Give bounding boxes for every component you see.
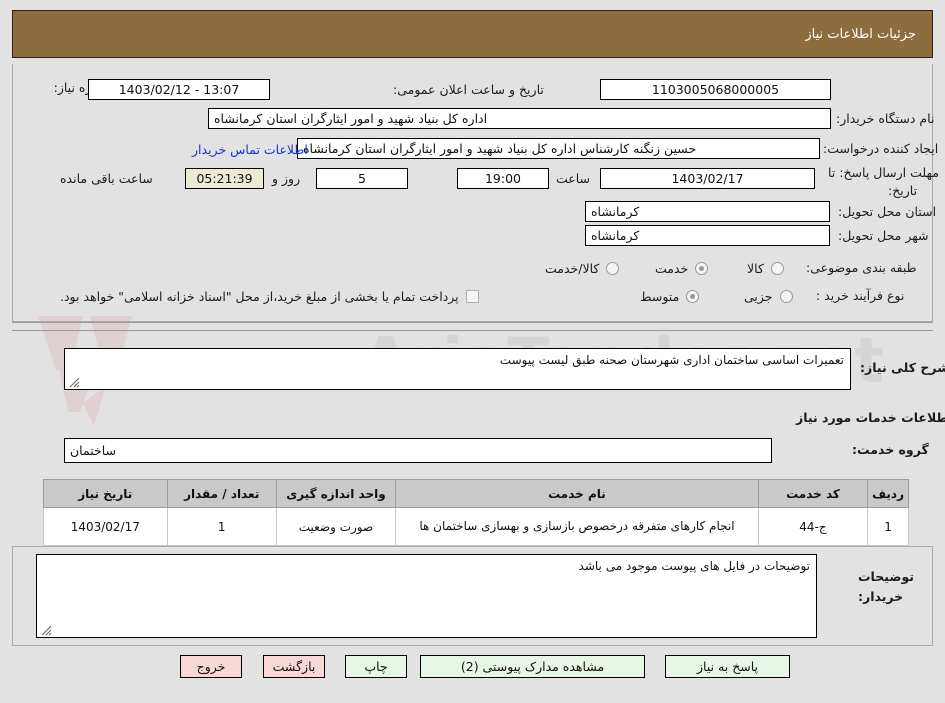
- page-title: جزئیات اطلاعات نیاز: [805, 26, 916, 42]
- resize-grip-icon[interactable]: [68, 376, 80, 388]
- request-creator-label: ایجاد کننده درخواست:: [823, 141, 939, 156]
- radio-option-kala-khedmat[interactable]: کالا/خدمت: [545, 261, 620, 276]
- buyer-notes-label-line2: خریدار:: [858, 589, 904, 604]
- radio-option-jozei[interactable]: جزیی: [744, 289, 793, 304]
- th-date: تاریخ نیاز: [43, 479, 168, 508]
- announce-datetime-input[interactable]: 13:07 - 1403/02/12: [88, 79, 270, 100]
- delivery-city-input[interactable]: کرمانشاه: [585, 225, 830, 246]
- radio-kala-icon[interactable]: [770, 262, 784, 275]
- th-quantity: تعداد / مقدار: [166, 479, 277, 508]
- need-number-input[interactable]: 1103005068000005: [600, 79, 831, 100]
- radio-kala-khedmat-icon[interactable]: [606, 262, 620, 275]
- section-divider-bottom: [12, 330, 933, 331]
- action-buttons-bar: پاسخ به نیاز مشاهده مدارک پیوستی (2) چاپ…: [0, 655, 945, 681]
- buyer-notes-textarea[interactable]: توضیحات در فایل های پیوست موجود می باشد: [36, 554, 817, 638]
- exit-button[interactable]: خروج: [180, 655, 242, 678]
- td-name[interactable]: انجام کارهای متفرقه درخصوص بازسازی و بهس…: [395, 507, 759, 546]
- radio-option-motavasset[interactable]: متوسط: [640, 289, 700, 304]
- respond-button[interactable]: پاسخ به نیاز: [665, 655, 790, 678]
- deadline-remaining-label: ساعت باقی مانده: [60, 171, 153, 186]
- table-header-row: ردیف کد خدمت نام خدمت واحد اندازه گیری ت…: [43, 479, 909, 508]
- deadline-time-label: ساعت: [556, 171, 591, 186]
- td-index: 1: [867, 507, 909, 546]
- td-date: 1403/02/17: [43, 507, 168, 546]
- buyer-org-input[interactable]: اداره کل بنیاد شهید و امور ایثارگران است…: [208, 108, 831, 129]
- need-details-page: AriaTender.net جزئیات اطلاعات نیاز شماره…: [0, 0, 945, 703]
- buyer-contact-link[interactable]: اطلاعات تماس خریدار: [192, 142, 308, 157]
- deadline-days-input[interactable]: 5: [316, 168, 408, 189]
- deadline-label-line2: تاریخ:: [888, 183, 918, 198]
- section-divider-top: [12, 322, 933, 323]
- announce-datetime-label: تاریخ و ساعت اعلان عمومی:: [393, 82, 544, 97]
- top-info-panel: [12, 64, 933, 322]
- th-index: ردیف: [867, 479, 909, 508]
- radio-khedmat-icon[interactable]: [695, 262, 709, 275]
- need-description-textarea[interactable]: تعمیرات اساسی ساختمان اداری شهرستان صحنه…: [64, 348, 851, 390]
- items-table: ردیف کد خدمت نام خدمت واحد اندازه گیری ت…: [43, 479, 909, 546]
- deadline-label-line1: مهلت ارسال پاسخ: تا: [828, 165, 939, 180]
- radio-jozei-icon[interactable]: [779, 290, 793, 303]
- buyer-notes-label-line1: توضیحات: [858, 569, 914, 584]
- th-code: کد خدمت: [757, 479, 869, 508]
- td-code: ج-44: [757, 507, 869, 546]
- deadline-time-input[interactable]: 19:00: [457, 168, 549, 189]
- view-docs-button[interactable]: مشاهده مدارک پیوستی (2): [420, 655, 645, 678]
- radio-option-khedmat[interactable]: خدمت: [655, 261, 709, 276]
- radio-option-kala[interactable]: کالا: [747, 261, 784, 276]
- service-group-label: گروه خدمت:: [852, 442, 929, 457]
- radio-khedmat-label: خدمت: [655, 261, 689, 276]
- delivery-province-label: استان محل تحویل:: [838, 204, 937, 219]
- table-row: 1 ج-44 انجام کارهای متفرقه درخصوص بازساز…: [43, 507, 909, 546]
- deadline-days-label: روز و: [272, 171, 301, 186]
- deadline-countdown: 05:21:39: [185, 168, 264, 189]
- purchase-process-label: نوع فرآیند خرید :: [816, 288, 905, 303]
- services-section-heading: اطلاعات خدمات مورد نیاز: [796, 410, 945, 425]
- buyer-org-label: نام دستگاه خریدار:: [836, 111, 935, 126]
- treasury-note-text: پرداخت تمام یا بخشی از مبلغ خرید،از محل …: [60, 289, 459, 304]
- th-unit: واحد اندازه گیری: [275, 479, 397, 508]
- buyer-notes-value: توضیحات در فایل های پیوست موجود می باشد: [578, 559, 810, 573]
- resize-grip-icon-notes[interactable]: [40, 624, 52, 636]
- td-quantity: 1: [166, 507, 277, 546]
- radio-jozei-label: جزیی: [744, 289, 773, 304]
- radio-kala-khedmat-label: کالا/خدمت: [545, 261, 600, 276]
- service-group-input[interactable]: ساختمان: [64, 438, 772, 463]
- th-name: نام خدمت: [395, 479, 759, 508]
- radio-motavasset-label: متوسط: [640, 289, 680, 304]
- subject-category-label: طبقه بندی موضوعی:: [806, 260, 917, 275]
- treasury-note-option[interactable]: پرداخت تمام یا بخشی از مبلغ خرید،از محل …: [60, 289, 479, 304]
- delivery-city-label: شهر محل تحویل:: [838, 228, 929, 243]
- need-description-value: تعمیرات اساسی ساختمان اداری شهرستان صحنه…: [499, 353, 844, 367]
- delivery-province-input[interactable]: کرمانشاه: [585, 201, 830, 222]
- window-titlebar: جزئیات اطلاعات نیاز: [12, 10, 933, 58]
- radio-motavasset-icon[interactable]: [686, 290, 700, 303]
- request-creator-input[interactable]: حسین زنگنه کارشناس اداره کل بنیاد شهید و…: [297, 138, 820, 159]
- treasury-note-checkbox[interactable]: [465, 290, 479, 303]
- back-button[interactable]: بازگشت: [263, 655, 325, 678]
- deadline-date-input[interactable]: 1403/02/17: [600, 168, 815, 189]
- print-button[interactable]: چاپ: [345, 655, 407, 678]
- radio-kala-label: کالا: [747, 261, 764, 276]
- need-description-label: شرح کلی نیاز:: [860, 360, 945, 375]
- td-unit: صورت وضعیت: [275, 507, 397, 546]
